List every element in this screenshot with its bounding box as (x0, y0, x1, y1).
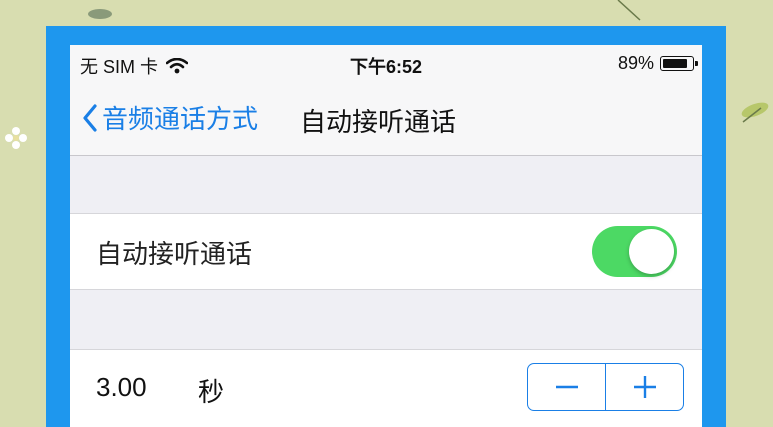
delay-stepper (527, 363, 684, 411)
auto-answer-toggle[interactable] (592, 226, 677, 277)
leaf-icon (741, 102, 769, 123)
status-time: 下午6:52 (349, 57, 423, 77)
plus-icon (633, 376, 656, 398)
battery-tip (695, 61, 698, 66)
auto-answer-label: 自动接听通话 (96, 239, 253, 269)
battery-icon (660, 56, 698, 71)
page-title: 自动接听通话 (300, 107, 457, 137)
branch-icon (617, 0, 641, 21)
toggle-knob (629, 229, 674, 274)
decrement-button[interactable] (528, 364, 605, 410)
auto-answer-row: 自动接听通话 (70, 213, 702, 290)
navigation-bar: 音频通话方式 自动接听通话 (70, 85, 702, 156)
increment-button[interactable] (605, 364, 683, 410)
battery-percent: 89% (617, 53, 654, 73)
chevron-left-icon (83, 103, 97, 132)
phone-screen: 无 SIM 卡 下午6:52 89% 音频通话方式 自动接听通话 自动接听通话 (70, 45, 702, 427)
delay-unit: 秒 (198, 377, 225, 407)
flower-icon (5, 127, 27, 149)
status-right: 89% (617, 53, 698, 74)
status-bar: 无 SIM 卡 下午6:52 89% (70, 45, 702, 85)
battery-fill (663, 59, 687, 68)
delay-value: 3.00 (96, 372, 147, 402)
back-button-label: 音频通话方式 (102, 104, 259, 134)
delay-row: 3.00 秒 (70, 349, 702, 427)
minus-icon (555, 385, 578, 389)
back-button[interactable]: 音频通话方式 (82, 99, 258, 136)
leaf-icon (88, 9, 112, 19)
